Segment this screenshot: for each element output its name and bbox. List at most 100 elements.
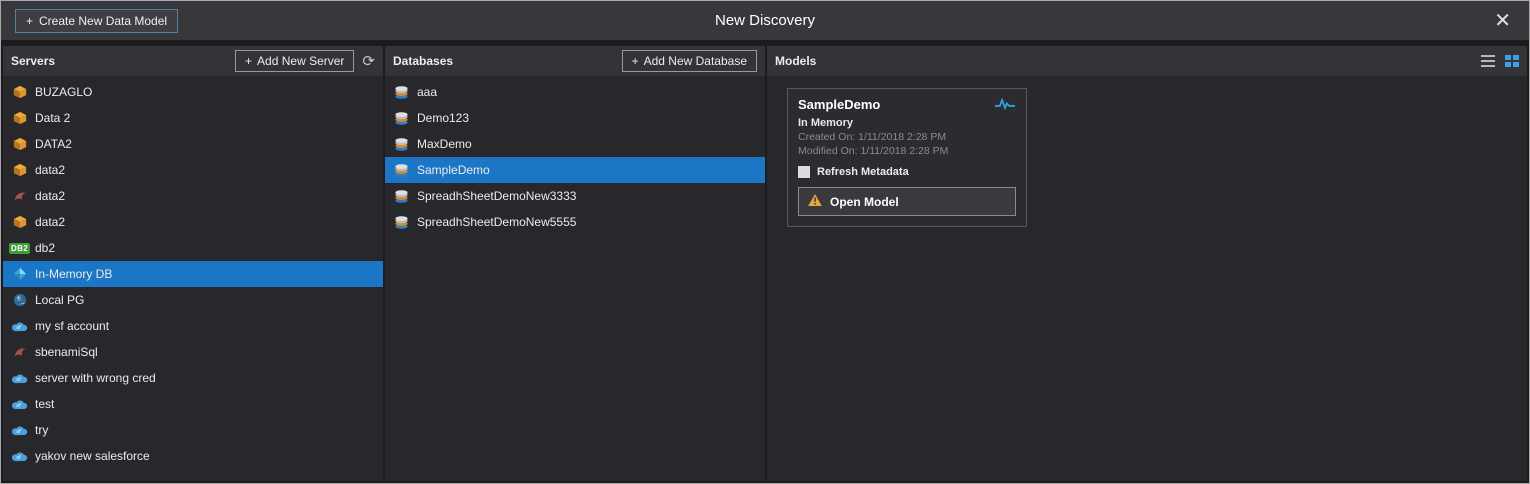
open-model-button[interactable]: Open Model bbox=[798, 187, 1016, 216]
salesforce-icon: sf bbox=[11, 318, 28, 334]
plus-icon: + bbox=[26, 14, 33, 28]
servers-panel-title: Servers bbox=[11, 54, 55, 68]
add-new-server-label: Add New Server bbox=[257, 54, 344, 68]
create-new-data-model-label: Create New Data Model bbox=[39, 14, 167, 28]
model-name: SampleDemo bbox=[798, 97, 880, 112]
refresh-metadata-label: Refresh Metadata bbox=[817, 166, 909, 178]
databases-panel-header: Databases + Add New Database bbox=[385, 46, 765, 76]
list-view-icon[interactable] bbox=[1481, 55, 1495, 67]
models-panel-header: Models bbox=[767, 46, 1527, 76]
server-name: server with wrong cred bbox=[35, 371, 156, 385]
mysql-icon bbox=[11, 188, 28, 204]
salesforce-icon: sf bbox=[11, 396, 28, 412]
server-name: DATA2 bbox=[35, 137, 72, 151]
server-name: sbenamiSql bbox=[35, 345, 98, 359]
server-row[interactable]: Local PG bbox=[3, 287, 383, 313]
server-row[interactable]: data2 bbox=[3, 209, 383, 235]
server-row[interactable]: DB2 db2 bbox=[3, 235, 383, 261]
server-row[interactable]: sf yakov new salesforce bbox=[3, 443, 383, 469]
server-row[interactable]: sbenamiSql bbox=[3, 339, 383, 365]
database-row[interactable]: MaxDemo bbox=[385, 131, 765, 157]
warning-icon bbox=[808, 194, 822, 209]
new-discovery-dialog: + Create New Data Model New Discovery ✕ … bbox=[0, 0, 1530, 484]
svg-text:sf: sf bbox=[16, 429, 21, 435]
database-stack-icon bbox=[393, 188, 410, 204]
refresh-metadata-option[interactable]: Refresh Metadata bbox=[798, 166, 1016, 178]
cube-icon bbox=[11, 84, 28, 100]
database-row[interactable]: aaa bbox=[385, 79, 765, 105]
server-row[interactable]: sf try bbox=[3, 417, 383, 443]
database-row[interactable]: SpreadhSheetDemoNew5555 bbox=[385, 209, 765, 235]
server-name: In-Memory DB bbox=[35, 267, 112, 281]
server-row[interactable]: Data 2 bbox=[3, 105, 383, 131]
server-row[interactable]: sf my sf account bbox=[3, 313, 383, 339]
server-name: try bbox=[35, 423, 48, 437]
add-new-server-button[interactable]: + Add New Server bbox=[235, 50, 354, 72]
view-toggle bbox=[1481, 55, 1519, 67]
databases-panel: Databases + Add New Database aaa Demo123 bbox=[385, 46, 765, 481]
database-name: SampleDemo bbox=[417, 163, 490, 177]
server-name: my sf account bbox=[35, 319, 109, 333]
salesforce-icon: sf bbox=[11, 422, 28, 438]
svg-text:sf: sf bbox=[16, 377, 21, 383]
models-panel-title: Models bbox=[775, 54, 816, 68]
model-activity-icon bbox=[995, 97, 1016, 115]
databases-panel-title: Databases bbox=[393, 54, 453, 68]
add-new-database-label: Add New Database bbox=[644, 54, 747, 68]
plus-icon: + bbox=[632, 54, 639, 68]
close-icon[interactable]: ✕ bbox=[1490, 11, 1515, 31]
server-name: BUZAGLO bbox=[35, 85, 92, 99]
server-row[interactable]: BUZAGLO bbox=[3, 79, 383, 105]
databases-list: aaa Demo123 MaxDemo SampleDemo SpreadhSh bbox=[385, 76, 765, 481]
svg-text:sf: sf bbox=[16, 455, 21, 461]
server-row[interactable]: sf server with wrong cred bbox=[3, 365, 383, 391]
svg-text:sf: sf bbox=[16, 325, 21, 331]
cube-icon bbox=[11, 110, 28, 126]
database-stack-icon bbox=[393, 136, 410, 152]
grid-view-icon[interactable] bbox=[1505, 55, 1519, 67]
server-name: Local PG bbox=[35, 293, 84, 307]
salesforce-icon: sf bbox=[11, 370, 28, 386]
servers-list: BUZAGLO Data 2 DATA2 data2 data2 bbox=[3, 76, 383, 481]
server-row[interactable]: data2 bbox=[3, 157, 383, 183]
svg-text:sf: sf bbox=[16, 403, 21, 409]
model-card: SampleDemo In Memory Created On: 1/11/20… bbox=[787, 88, 1027, 227]
dialog-title: New Discovery bbox=[1, 12, 1529, 29]
database-stack-icon bbox=[393, 110, 410, 126]
server-row[interactable]: data2 bbox=[3, 183, 383, 209]
titlebar: + Create New Data Model New Discovery ✕ bbox=[1, 1, 1529, 40]
panels-container: Servers + Add New Server ⟳ BUZAGLO Data … bbox=[1, 40, 1529, 483]
server-row[interactable]: DATA2 bbox=[3, 131, 383, 157]
cube-icon bbox=[11, 214, 28, 230]
database-name: SpreadhSheetDemoNew5555 bbox=[417, 215, 576, 229]
server-row-selected[interactable]: In-Memory DB bbox=[3, 261, 383, 287]
database-row-selected[interactable]: SampleDemo bbox=[385, 157, 765, 183]
server-name: data2 bbox=[35, 215, 65, 229]
cube-icon bbox=[11, 162, 28, 178]
model-created-date: Created On: 1/11/2018 2:28 PM bbox=[798, 131, 1016, 143]
cube-icon bbox=[11, 136, 28, 152]
server-row[interactable]: sf test bbox=[3, 391, 383, 417]
database-row[interactable]: SpreadhSheetDemoNew3333 bbox=[385, 183, 765, 209]
database-name: MaxDemo bbox=[417, 137, 472, 151]
plus-icon: + bbox=[245, 54, 252, 68]
database-stack-icon bbox=[393, 162, 410, 178]
database-row[interactable]: Demo123 bbox=[385, 105, 765, 131]
create-new-data-model-button[interactable]: + Create New Data Model bbox=[15, 9, 178, 33]
open-model-label: Open Model bbox=[830, 195, 899, 209]
database-name: SpreadhSheetDemoNew3333 bbox=[417, 189, 576, 203]
model-type: In Memory bbox=[798, 117, 1016, 129]
database-name: Demo123 bbox=[417, 111, 469, 125]
inmemory-diamond-icon bbox=[11, 266, 28, 282]
postgres-icon bbox=[11, 292, 28, 308]
server-name: db2 bbox=[35, 241, 55, 255]
refresh-icon[interactable]: ⟳ bbox=[362, 52, 375, 70]
add-new-database-button[interactable]: + Add New Database bbox=[622, 50, 757, 72]
server-name: data2 bbox=[35, 163, 65, 177]
server-name: Data 2 bbox=[35, 111, 70, 125]
server-name: test bbox=[35, 397, 54, 411]
mysql-icon bbox=[11, 344, 28, 360]
model-modified-date: Modified On: 1/11/2018 2:28 PM bbox=[798, 145, 1016, 157]
refresh-metadata-checkbox[interactable] bbox=[798, 166, 810, 178]
servers-panel-header: Servers + Add New Server ⟳ bbox=[3, 46, 383, 76]
